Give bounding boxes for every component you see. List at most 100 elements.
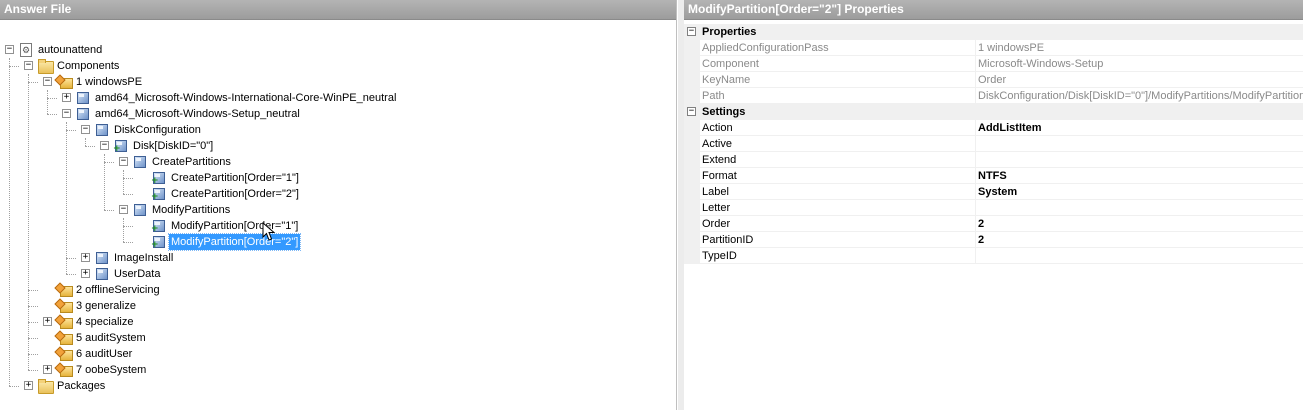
property-row[interactable]: Component Microsoft-Windows-Setup xyxy=(684,56,1303,72)
property-row[interactable]: Label System xyxy=(684,184,1303,200)
property-row[interactable]: Active xyxy=(684,136,1303,152)
folder-icon xyxy=(37,58,54,74)
property-gutter xyxy=(684,168,700,184)
component-icon xyxy=(75,90,91,106)
tree-item[interactable]: +4 specialize xyxy=(0,314,670,330)
expand-icon[interactable]: + xyxy=(81,253,90,262)
tree-item[interactable]: − 1 windowsPE xyxy=(0,74,670,90)
property-value[interactable]: Order xyxy=(975,72,1303,88)
folder-shape xyxy=(38,379,54,394)
tree-item[interactable]: − CreatePartitions xyxy=(0,154,670,170)
tree-item[interactable]: + CreatePartition[Order="1"] xyxy=(0,170,670,186)
property-category[interactable]: − Properties xyxy=(684,24,1303,40)
tree-item[interactable]: − DiskConfiguration xyxy=(0,122,670,138)
component-icon xyxy=(94,266,110,282)
property-value[interactable] xyxy=(975,248,1303,264)
property-value[interactable]: 2 xyxy=(975,216,1303,232)
tree-item-label: 6 auditUser xyxy=(76,348,133,360)
folder-icon xyxy=(37,378,54,394)
property-row[interactable]: Path DiskConfiguration/Disk[DiskID="0"]/M… xyxy=(684,88,1303,104)
tree-item[interactable]: + Packages xyxy=(0,378,670,394)
property-value[interactable] xyxy=(975,200,1303,216)
category-name: Properties xyxy=(702,26,757,38)
cube-shape xyxy=(96,124,108,136)
component-icon xyxy=(94,122,110,138)
collapse-icon[interactable]: − xyxy=(81,125,90,134)
property-name: Active xyxy=(700,136,976,152)
tree-item[interactable]: − + Disk[DiskID="0"] xyxy=(0,138,670,154)
property-name: PartitionID xyxy=(700,232,976,248)
mouse-cursor-icon xyxy=(262,222,276,241)
property-row[interactable]: KeyName Order xyxy=(684,72,1303,88)
component-icon xyxy=(75,106,91,122)
configuration-pass-icon xyxy=(54,298,73,314)
property-value[interactable]: Microsoft-Windows-Setup xyxy=(975,56,1303,72)
property-value[interactable] xyxy=(975,152,1303,168)
collapse-icon[interactable]: − xyxy=(24,61,33,70)
property-row[interactable]: Action AddListItem xyxy=(684,120,1303,136)
property-value[interactable]: 2 xyxy=(975,232,1303,248)
tree-item-label: CreatePartition[Order="1"] xyxy=(171,172,299,184)
property-row[interactable]: AppliedConfigurationPass 1 windowsPE xyxy=(684,40,1303,56)
property-category[interactable]: − Settings xyxy=(684,104,1303,120)
property-gutter xyxy=(684,152,700,168)
cube-shape xyxy=(77,92,89,104)
tree-item[interactable]: + ModifyPartition[Order="1"] xyxy=(0,218,670,234)
expand-icon[interactable]: + xyxy=(43,317,52,326)
tree-item-label: autounattend xyxy=(38,44,103,56)
tree-item-label: ModifyPartition[Order="1"] xyxy=(171,220,299,232)
property-value[interactable]: AddListItem xyxy=(975,120,1303,136)
component-icon xyxy=(132,202,148,218)
property-gutter xyxy=(684,88,700,104)
collapse-icon[interactable]: − xyxy=(687,107,696,116)
tree-item[interactable]: + ImageInstall xyxy=(0,250,670,266)
property-name: Path xyxy=(700,88,976,104)
tree-item[interactable]: 5 auditSystem xyxy=(0,330,670,346)
answer-file-pane: Answer File −autounattend−Components−1 w… xyxy=(0,0,677,410)
property-row[interactable]: Letter xyxy=(684,200,1303,216)
collapse-icon[interactable]: − xyxy=(43,77,52,86)
tree-item[interactable]: − amd64_Microsoft-Windows-Setup_neutral xyxy=(0,106,670,122)
collapse-icon[interactable]: − xyxy=(119,205,128,214)
property-value[interactable]: NTFS xyxy=(975,168,1303,184)
tree-item[interactable]: 2 offlineServicing xyxy=(0,282,670,298)
tree-item[interactable]: + CreatePartition[Order="2"] xyxy=(0,186,670,202)
tree-item[interactable]: − autounattend xyxy=(0,42,670,58)
property-value[interactable]: DiskConfiguration/Disk[DiskID="0"]/Modif… xyxy=(975,88,1303,104)
tree-item-label: 4 specialize xyxy=(76,316,134,328)
tree-item[interactable]: − Components xyxy=(0,58,670,74)
property-row[interactable]: Format NTFS xyxy=(684,168,1303,184)
tree-item[interactable]: + UserData xyxy=(0,266,670,282)
tree-item[interactable]: + amd64_Microsoft-Windows-International-C… xyxy=(0,90,670,106)
property-name: Format xyxy=(700,168,976,184)
expand-icon[interactable]: + xyxy=(43,365,52,374)
expand-icon[interactable]: + xyxy=(81,269,90,278)
property-row[interactable]: TypeID xyxy=(684,248,1303,264)
configuration-pass-icon xyxy=(54,74,73,90)
configuration-pass-icon xyxy=(54,282,73,298)
property-name: AppliedConfigurationPass xyxy=(700,40,976,56)
tree-item[interactable]: +7 oobeSystem xyxy=(0,362,670,378)
property-row[interactable]: Extend xyxy=(684,152,1303,168)
cube-shape xyxy=(96,252,108,264)
property-value[interactable] xyxy=(975,136,1303,152)
expand-icon[interactable]: + xyxy=(62,93,71,102)
property-gutter xyxy=(684,40,700,56)
tree-item[interactable]: 3 generalize xyxy=(0,298,670,314)
collapse-icon[interactable]: − xyxy=(119,157,128,166)
tree-item[interactable]: + ModifyPartition[Order="2"] xyxy=(0,233,670,251)
collapse-icon[interactable]: − xyxy=(687,27,696,36)
property-row[interactable]: PartitionID 2 xyxy=(684,232,1303,248)
property-value[interactable]: 1 windowsPE xyxy=(975,40,1303,56)
collapse-icon[interactable]: − xyxy=(62,109,71,118)
collapse-icon[interactable]: − xyxy=(100,141,109,150)
property-row[interactable]: Order 2 xyxy=(684,216,1303,232)
collapse-icon[interactable]: − xyxy=(5,45,14,54)
tree-item[interactable]: 6 auditUser xyxy=(0,346,670,362)
component-icon xyxy=(94,250,110,266)
tree-item[interactable]: − ModifyPartitions xyxy=(0,202,670,218)
tree-item-label: DiskConfiguration xyxy=(114,124,201,136)
expand-icon[interactable]: + xyxy=(24,381,33,390)
property-value[interactable]: System xyxy=(975,184,1303,200)
list-item-icon: + xyxy=(151,218,167,234)
